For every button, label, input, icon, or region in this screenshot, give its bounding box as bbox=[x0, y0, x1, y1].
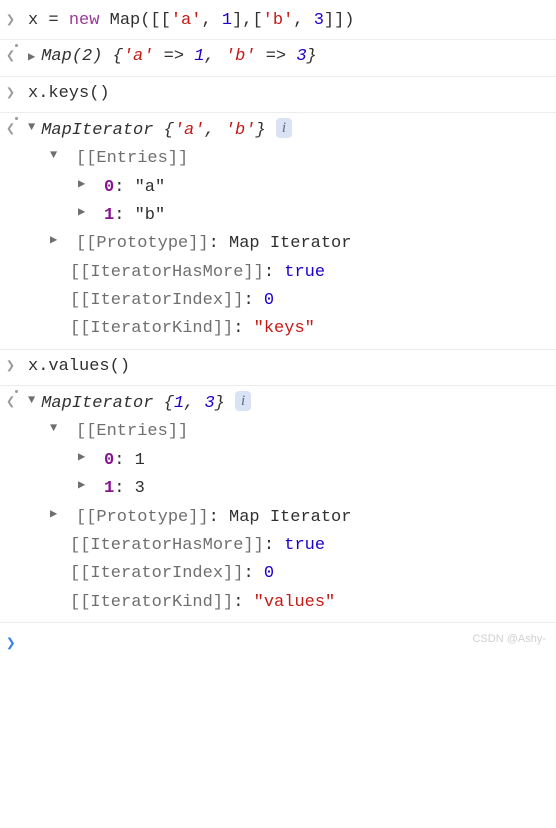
console-prompt-row[interactable]: ❯ CSDN @Ashy- bbox=[0, 623, 556, 662]
expand-icon[interactable] bbox=[78, 175, 98, 194]
info-icon[interactable]: i bbox=[235, 391, 251, 411]
console-output-row: ❮ MapIterator {1, 3} i [[Entries]] 0: 1 … bbox=[0, 386, 556, 623]
expand-icon[interactable] bbox=[50, 231, 70, 250]
prototype-row[interactable]: [[Prototype]]: Map Iterator bbox=[50, 504, 550, 532]
collapse-icon[interactable] bbox=[50, 419, 70, 438]
internal-slot-row: [[IteratorKind]]: "keys" bbox=[50, 315, 550, 343]
expand-icon[interactable] bbox=[78, 203, 98, 222]
collapse-icon[interactable] bbox=[50, 146, 70, 165]
entry-item[interactable]: 0: 1 bbox=[78, 447, 550, 475]
entry-item[interactable]: 0: "a" bbox=[78, 174, 550, 202]
output-object: MapIterator {'a', 'b'} i [[Entries]] 0: … bbox=[28, 117, 550, 344]
input-code: x.values() bbox=[28, 354, 550, 380]
console-output-row: ❮ MapIterator {'a', 'b'} i [[Entries]] 0… bbox=[0, 113, 556, 350]
output-summary[interactable]: MapIterator {'a', 'b'} i bbox=[28, 117, 550, 145]
collapse-icon[interactable] bbox=[28, 118, 35, 137]
input-chevron-icon: ❯ bbox=[6, 81, 28, 105]
output-summary[interactable]: MapIterator {1, 3} i bbox=[28, 390, 550, 418]
input-chevron-icon: ❯ bbox=[6, 8, 28, 32]
console-input-row: ❯ x = new Map([['a', 1],['b', 3]]) bbox=[0, 4, 556, 40]
expand-icon[interactable] bbox=[28, 48, 35, 67]
output-chevron-icon: ❮ bbox=[6, 390, 28, 414]
input-code: x.keys() bbox=[28, 81, 550, 107]
prototype-row[interactable]: [[Prototype]]: Map Iterator bbox=[50, 230, 550, 258]
expand-icon[interactable] bbox=[78, 476, 98, 495]
internal-slot-row: [[IteratorIndex]]: 0 bbox=[50, 287, 550, 315]
internal-slot-row: [[IteratorIndex]]: 0 bbox=[50, 560, 550, 588]
output-summary[interactable]: Map(2) {'a' => 1, 'b' => 3} bbox=[28, 44, 550, 70]
input-chevron-icon: ❯ bbox=[6, 354, 28, 378]
console-input-row: ❯ x.values() bbox=[0, 350, 556, 386]
entries-group[interactable]: [[Entries]] bbox=[50, 418, 550, 446]
input-code: x = new Map([['a', 1],['b', 3]]) bbox=[28, 8, 550, 34]
expand-icon[interactable] bbox=[50, 505, 70, 524]
output-chevron-icon: ❮ bbox=[6, 117, 28, 141]
output-chevron-icon: ❮ bbox=[6, 44, 28, 68]
console-input-row: ❯ x.keys() bbox=[0, 77, 556, 113]
output-object: MapIterator {1, 3} i [[Entries]] 0: 1 1:… bbox=[28, 390, 550, 617]
internal-slot-row: [[IteratorHasMore]]: true bbox=[50, 259, 550, 287]
prompt-chevron-icon: ❯ bbox=[6, 631, 28, 657]
expand-icon[interactable] bbox=[78, 448, 98, 467]
entry-item[interactable]: 1: 3 bbox=[78, 475, 550, 503]
entries-group[interactable]: [[Entries]] bbox=[50, 145, 550, 173]
entry-item[interactable]: 1: "b" bbox=[78, 202, 550, 230]
internal-slot-row: [[IteratorHasMore]]: true bbox=[50, 532, 550, 560]
collapse-icon[interactable] bbox=[28, 391, 35, 410]
watermark: CSDN @Ashy- bbox=[472, 631, 546, 648]
internal-slot-row: [[IteratorKind]]: "values" bbox=[50, 589, 550, 617]
console-output-row: ❮ Map(2) {'a' => 1, 'b' => 3} bbox=[0, 40, 556, 76]
info-icon[interactable]: i bbox=[276, 118, 292, 138]
